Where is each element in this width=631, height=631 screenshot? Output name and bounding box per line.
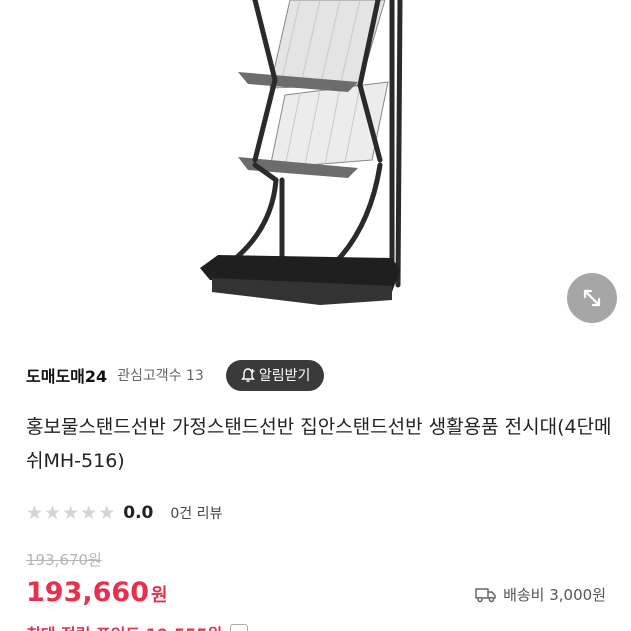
product-image[interactable]	[0, 0, 631, 340]
info-icon[interactable]	[230, 624, 249, 631]
star-icon: ★	[98, 502, 116, 524]
bell-plus-icon	[240, 368, 255, 382]
star-icon: ★	[44, 502, 62, 524]
max-points-row: 최대 적립 포인트 19,555원	[26, 621, 249, 631]
display-stand-illustration	[200, 0, 403, 305]
currency-unit: 원	[150, 585, 168, 606]
seller-name[interactable]: 도매도매24	[26, 363, 107, 387]
price-row: 193,660 원	[26, 577, 168, 608]
star-icon: ★	[80, 502, 98, 524]
shipping-fee-label: 배송비 3,000원	[503, 586, 606, 604]
alert-button-label: 알림받기	[258, 368, 311, 384]
expand-arrows-icon	[583, 289, 601, 307]
truck-icon	[475, 587, 496, 602]
alert-subscribe-button[interactable]: 알림받기	[225, 359, 325, 391]
star-rating: ★ ★ ★ ★ ★	[26, 503, 115, 523]
original-price: 193,670원	[26, 551, 102, 569]
rating-score: 0.0	[123, 503, 154, 523]
seller-row: 도매도매24 관심고객수 13 알림받기	[26, 359, 325, 391]
product-title: 홍보물스탠드선반 가정스탠드선반 집안스탠드선반 생활용품 전시대(4단메쉬MH…	[26, 416, 612, 472]
expand-image-button[interactable]	[567, 273, 617, 323]
max-points-label: 최대 적립 포인트 19,555원	[26, 621, 222, 631]
shipping-fee: 배송비 3,000원	[475, 584, 606, 605]
watcher-count: 관심고객수 13	[117, 368, 204, 384]
star-icon: ★	[26, 502, 44, 524]
rating-row[interactable]: ★ ★ ★ ★ ★ 0.0 0건 리뷰	[26, 501, 222, 525]
review-count[interactable]: 0건 리뷰	[170, 503, 222, 523]
current-price: 193,660	[26, 577, 149, 608]
star-icon: ★	[62, 502, 80, 524]
